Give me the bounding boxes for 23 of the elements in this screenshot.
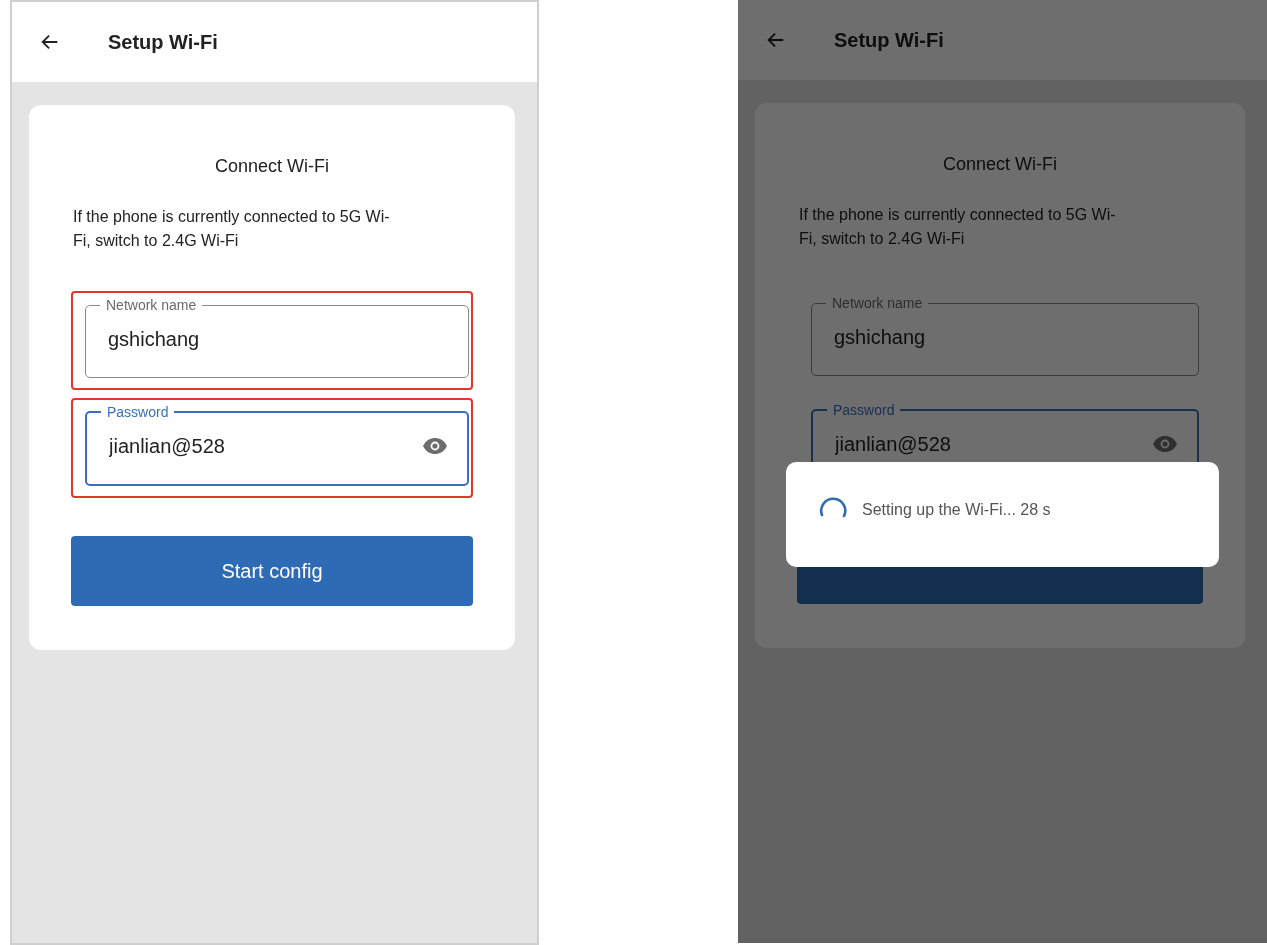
card-heading: Connect Wi-Fi [942, 154, 1058, 175]
eye-icon [422, 437, 448, 455]
text-input[interactable]: gshichang [834, 325, 967, 349]
instruction-text: If the phone is currently connected to 5G Wi-Fi, switch to 2.4G Wi-Fi [799, 205, 1117, 249]
show-password-button[interactable] [421, 436, 449, 456]
card-heading: Connect Wi-Fi [214, 156, 330, 177]
screen-title: Setup Wi-Fi [108, 30, 218, 54]
progress-message: Setting up the Wi-Fi... 28 s [862, 500, 1051, 519]
field-label: Password [832, 402, 896, 418]
instruction-text: If the phone is currently connected to 5G Wi-Fi, switch to 2.4G Wi-Fi [73, 207, 391, 251]
screen-title: Setup Wi-Fi [834, 28, 944, 52]
eye-icon [1152, 435, 1178, 453]
field-label: Password [106, 404, 170, 420]
start-config-button[interactable]: Start config [71, 536, 473, 606]
show-password-button[interactable] [1151, 434, 1179, 454]
password-field[interactable]: Password jianlian@528 [85, 404, 469, 486]
password-input[interactable]: jianlian@528 [835, 432, 1004, 456]
text-input[interactable]: gshichang [108, 327, 241, 351]
network-name-field[interactable]: Network name gshichang [811, 295, 1199, 376]
field-label: Network name [105, 297, 198, 313]
field-label: Network name [831, 295, 924, 311]
password-input[interactable]: jianlian@528 [109, 434, 278, 458]
network-name-field[interactable]: Network name gshichang [85, 297, 469, 378]
